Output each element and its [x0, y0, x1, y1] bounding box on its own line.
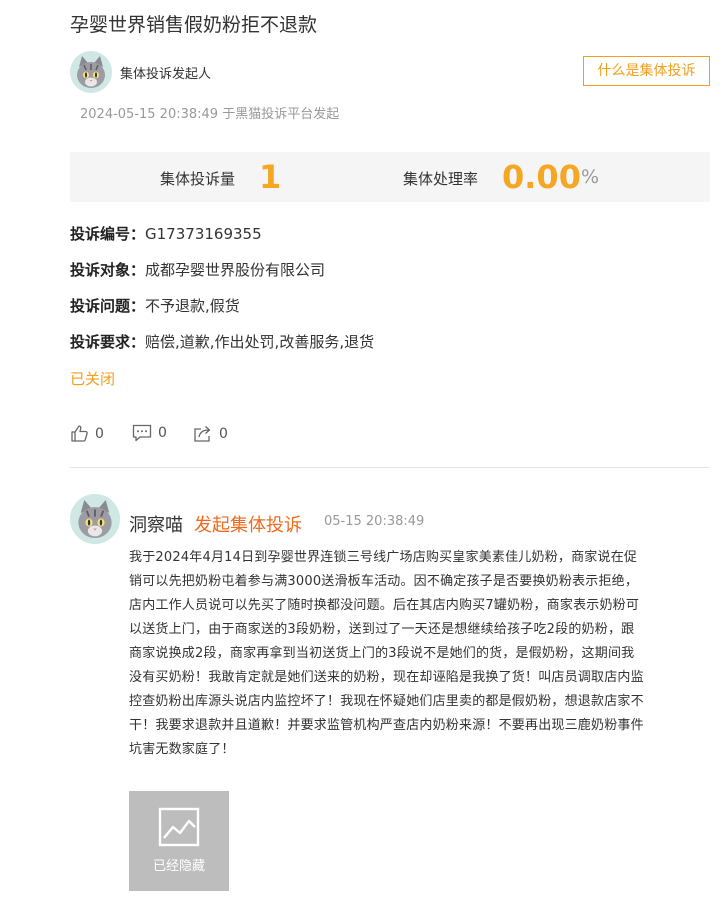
stats-bar: 集体投诉量 1 集体处理率 0.00 %	[70, 152, 710, 202]
section-divider	[70, 467, 710, 468]
field-label: 投诉对象：	[70, 261, 146, 279]
post-body-line: 商家说换成2段，商家再拿到当初送货上门的3段说不是她们的货，是假奶粉，这期间我	[129, 646, 635, 661]
hidden-image-label: 已经隐藏	[152, 859, 205, 874]
post-body: 我于2024年4月14日到孕婴世界连锁三号线广场店购买皇家美素佳儿奶粉，商家说在…	[129, 546, 675, 762]
complaint-count-label: 集体投诉量	[160, 170, 236, 188]
field-value: G17373169355	[145, 225, 262, 243]
handling-rate-value: 0.00	[502, 158, 581, 196]
initiator-avatar	[70, 51, 112, 93]
like-count: 0	[95, 425, 104, 442]
post-body-line: 坑害无数家庭了！	[129, 742, 235, 757]
comment-button[interactable]: 0	[132, 424, 167, 442]
post-action-label: 发起集体投诉	[194, 515, 302, 536]
like-button[interactable]: 0	[70, 424, 104, 443]
field-complaint-issue: 投诉问题：不予退款,假货	[70, 295, 240, 316]
handling-rate-label: 集体处理率	[403, 170, 479, 188]
share-button[interactable]: 0	[193, 424, 228, 443]
what-is-collective-complaint-button[interactable]: 什么是集体投诉	[583, 56, 710, 86]
share-count: 0	[219, 425, 228, 442]
image-placeholder-icon	[158, 807, 200, 847]
field-value: 不予退款,假货	[145, 297, 240, 315]
comment-count: 0	[158, 425, 167, 441]
thumbs-up-icon	[71, 425, 88, 442]
field-complaint-demand: 投诉要求：赔偿,道歉,作出处罚,改善服务,退货	[70, 331, 374, 352]
field-value: 成都孕婴世界股份有限公司	[145, 261, 326, 279]
post-body-line: 控查奶粉出库源头说店内监控坏了！我现在怀疑她们店里卖的都是假奶粉，想退款店家不	[129, 694, 644, 709]
status-badge: 已关闭	[70, 370, 116, 388]
page-title: 孕婴世界销售假奶粉拒不退款	[70, 14, 318, 36]
handling-rate-unit: %	[581, 166, 600, 188]
field-label: 投诉编号：	[70, 225, 146, 243]
post-body-line: 没有买奶粉！我敢肯定就是她们送来的奶粉，现在却诬陷是我换了货！叫店员调取店内监	[129, 670, 644, 685]
post-body-line: 店内工作人员说可以先买了随时换都没问题。后在其店内购买7罐奶粉，商家表示奶粉可	[129, 598, 640, 613]
post-avatar[interactable]	[70, 494, 120, 544]
field-label: 投诉问题：	[70, 297, 146, 315]
post-body-line: 干！我要求退款并且道歉！并要求监管机构严查店内奶粉来源！不要再出现三鹿奶粉事件	[129, 718, 644, 733]
post-body-line: 以送货上门，由于商家送的3段奶粉，送到过了一天还是想继续给孩子吃2段的奶粉，跟	[129, 622, 635, 637]
cat-avatar-icon	[70, 51, 112, 93]
share-icon	[194, 426, 211, 442]
complaint-meta: 2024-05-15 20:38:49 于黑猫投诉平台发起	[80, 107, 340, 122]
post-body-line: 销可以先把奶粉屯着参与满3000送滑板车活动。因不确定孩子是否要换奶粉表示拒绝，	[129, 574, 639, 589]
field-complaint-target: 投诉对象：成都孕婴世界股份有限公司	[70, 259, 325, 280]
cat-avatar-icon	[70, 494, 120, 544]
post-body-line: 我于2024年4月14日到孕婴世界连锁三号线广场店购买皇家美素佳儿奶粉，商家说在…	[129, 550, 638, 565]
post-username[interactable]: 洞察喵	[129, 511, 183, 537]
field-complaint-id: 投诉编号：G17373169355	[70, 223, 262, 244]
comment-icon	[132, 424, 152, 442]
hidden-image-thumbnail[interactable]: 已经隐藏	[129, 791, 229, 891]
post-timestamp: 05-15 20:38:49	[324, 514, 425, 529]
field-label: 投诉要求：	[70, 333, 146, 351]
complaint-count-value: 1	[259, 158, 282, 196]
initiator-label: 集体投诉发起人	[120, 67, 212, 82]
field-value: 赔偿,道歉,作出处罚,改善服务,退货	[145, 333, 375, 351]
